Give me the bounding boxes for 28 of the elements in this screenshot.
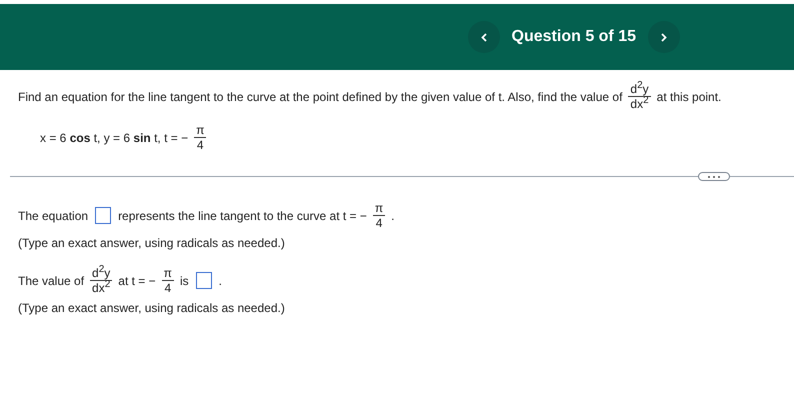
fraction-numerator: π [195,123,206,137]
math-text: at t = − [118,272,156,290]
math-text: The value of [18,272,84,290]
answer-box[interactable] [95,207,112,224]
chevron-left-icon [480,32,487,42]
more-button[interactable] [698,172,730,181]
math-text: at this point. [656,88,722,106]
fraction-denominator: dx$^{2}$ [91,281,112,295]
fraction-denominator: 4 [196,138,205,152]
fraction-numerator: π [162,266,173,280]
answer-hint: (Type an exact answer, using radicals as needed.) [18,235,286,252]
math-text: is [180,272,189,290]
chevron-right-icon [661,32,667,42]
math-text: x = 6 cos t, y = 6 sin t, t = − [40,130,188,146]
fraction-denominator: 4 [163,281,172,295]
answer-box[interactable] [196,272,212,289]
fraction-denominator: 4 [374,216,384,230]
fraction-numerator: π [374,201,384,215]
math-text: The equation [18,208,88,224]
math-text: . [391,208,395,224]
answer-hint: (Type an exact answer, using radicals as needed.) [18,300,286,317]
math-text: represents the line tangent to the curve at t = − [118,208,367,224]
fraction-numerator: d$^{2}$y [629,82,650,96]
fraction-denominator: dx$^{2}$ [629,97,650,111]
math-text: Find an equation for the line tangent to the curve at the point defined by the given value of t. Also, find the value of [18,88,622,106]
fraction-numerator: d$^{2}$y [91,266,112,280]
math-text: . [218,272,222,290]
question-counter: Question 5 of 15 [512,27,636,47]
